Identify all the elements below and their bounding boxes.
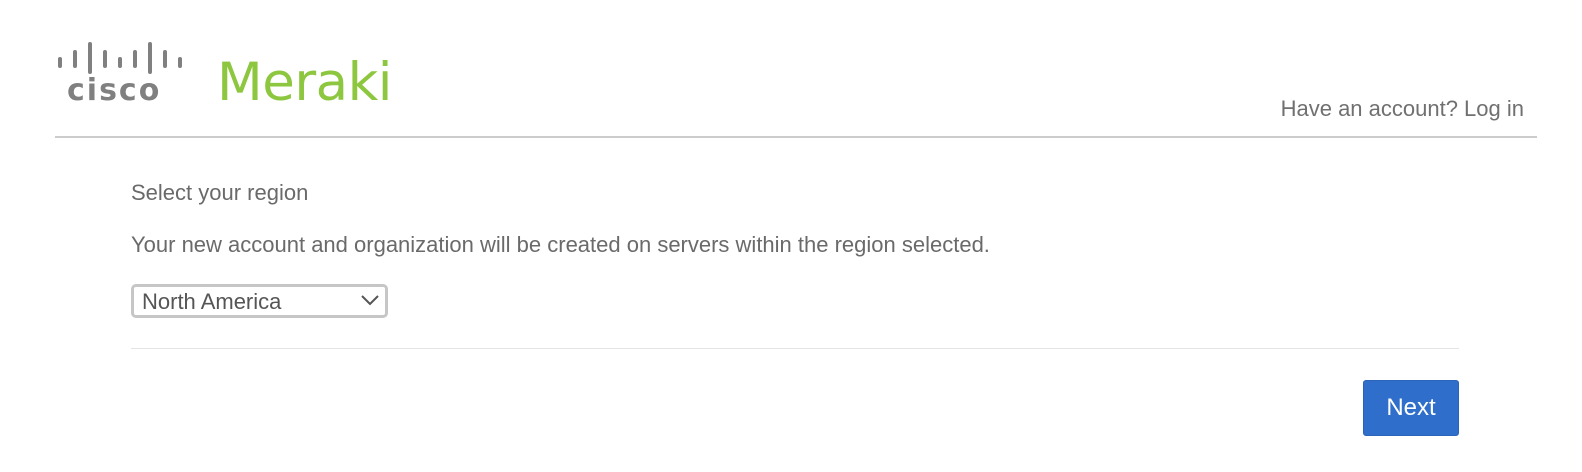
- cisco-logo: cisco: [55, 40, 185, 112]
- section-title: Select your region: [131, 180, 309, 205]
- cisco-logo-text: cisco: [67, 73, 162, 108]
- page-header: cisco Meraki Have an account? Log in: [55, 0, 1537, 138]
- region-description: Your new account and organization will b…: [131, 232, 990, 257]
- cisco-bars-icon: [58, 42, 182, 74]
- region-select-value: North America: [142, 289, 282, 314]
- section-divider: [131, 348, 1459, 349]
- chevron-down-icon: [361, 295, 379, 306]
- region-select[interactable]: North America: [131, 284, 388, 318]
- login-link[interactable]: Have an account? Log in: [1281, 96, 1524, 122]
- meraki-brand-name: Meraki: [217, 52, 393, 113]
- next-button[interactable]: Next: [1363, 380, 1459, 436]
